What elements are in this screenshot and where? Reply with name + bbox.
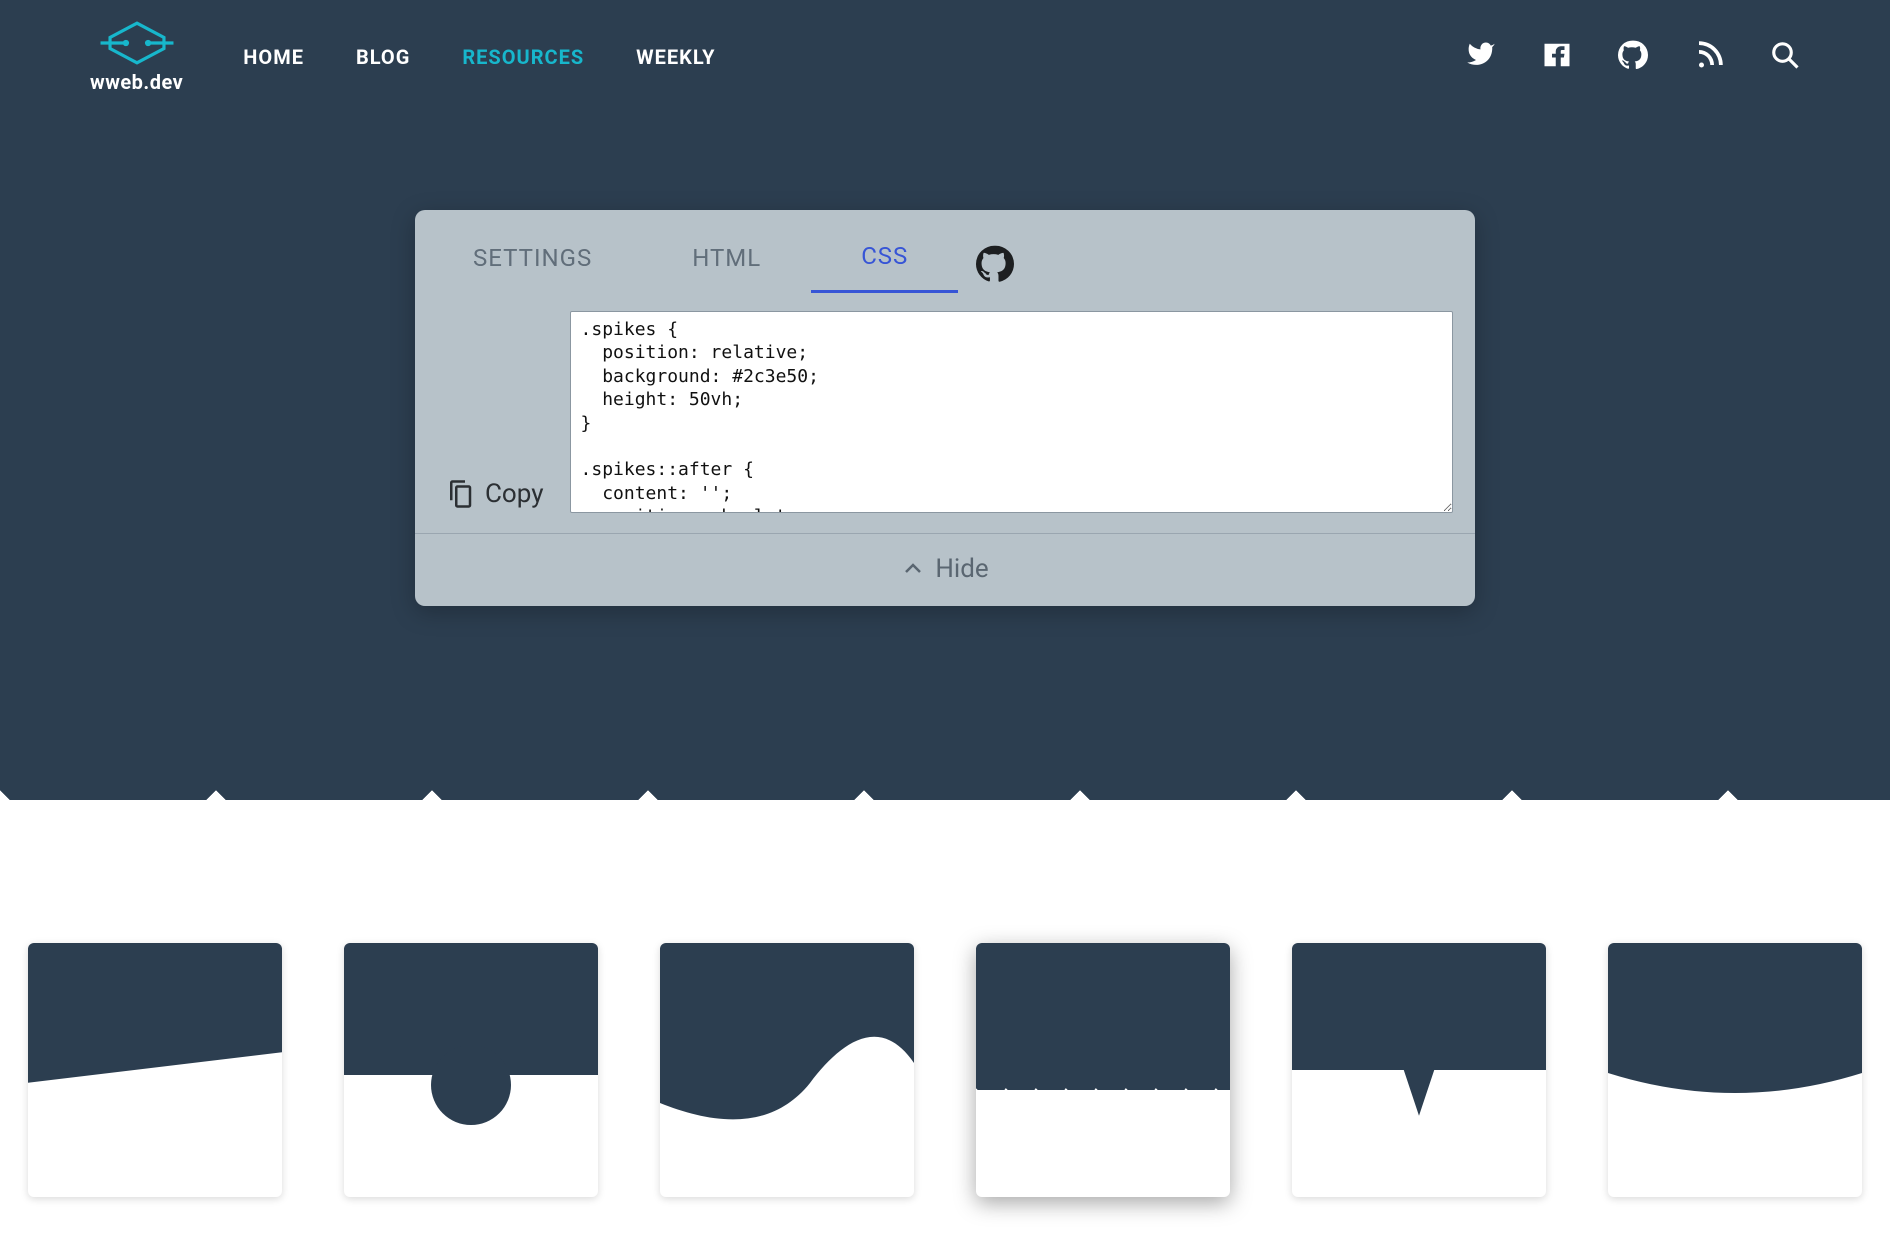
rss-icon[interactable] <box>1694 40 1724 74</box>
hide-label: Hide <box>935 554 988 584</box>
separator-card-wave[interactable] <box>660 943 914 1197</box>
panel-body: Copy <box>415 293 1475 533</box>
css-code-textarea[interactable] <box>570 311 1453 513</box>
nav-links: HOME BLOG RESOURCES WEEKLY <box>243 45 715 69</box>
top-nav: wweb.dev HOME BLOG RESOURCES WEEKLY <box>0 0 1890 114</box>
copy-icon <box>445 479 475 509</box>
nav-link-home[interactable]: HOME <box>243 45 304 69</box>
tabs: SETTINGS HTML CSS <box>415 210 1475 293</box>
logo-icon <box>97 20 177 66</box>
brand[interactable]: wweb.dev <box>90 20 183 94</box>
tab-css[interactable]: CSS <box>811 228 958 293</box>
nav-link-resources[interactable]: RESOURCES <box>462 45 584 69</box>
separator-card-skewed[interactable] <box>28 943 282 1197</box>
github-icon[interactable] <box>1618 40 1648 74</box>
github-icon <box>976 245 1014 283</box>
chevron-up-icon <box>901 557 925 581</box>
facebook-icon[interactable] <box>1542 40 1572 74</box>
tab-github[interactable] <box>958 239 1044 283</box>
copy-button[interactable]: Copy <box>437 475 552 513</box>
hide-button[interactable]: Hide <box>415 533 1475 606</box>
nav-link-blog[interactable]: BLOG <box>356 45 410 69</box>
tab-settings[interactable]: SETTINGS <box>415 230 642 292</box>
separator-card-spikes[interactable] <box>976 943 1230 1197</box>
separator-card-semicircle[interactable] <box>344 943 598 1197</box>
tab-html[interactable]: HTML <box>642 230 811 292</box>
nav-link-weekly[interactable]: WEEKLY <box>636 45 715 69</box>
separator-card-curved[interactable] <box>1608 943 1862 1197</box>
separator-card-triangle[interactable] <box>1292 943 1546 1197</box>
nav-icons <box>1466 40 1800 74</box>
twitter-icon[interactable] <box>1466 40 1496 74</box>
copy-label: Copy <box>485 479 544 509</box>
generator-panel: SETTINGS HTML CSS Copy Hide <box>415 210 1475 606</box>
separator-cards <box>28 943 1862 1197</box>
search-icon[interactable] <box>1770 40 1800 74</box>
brand-text: wweb.dev <box>90 70 183 94</box>
